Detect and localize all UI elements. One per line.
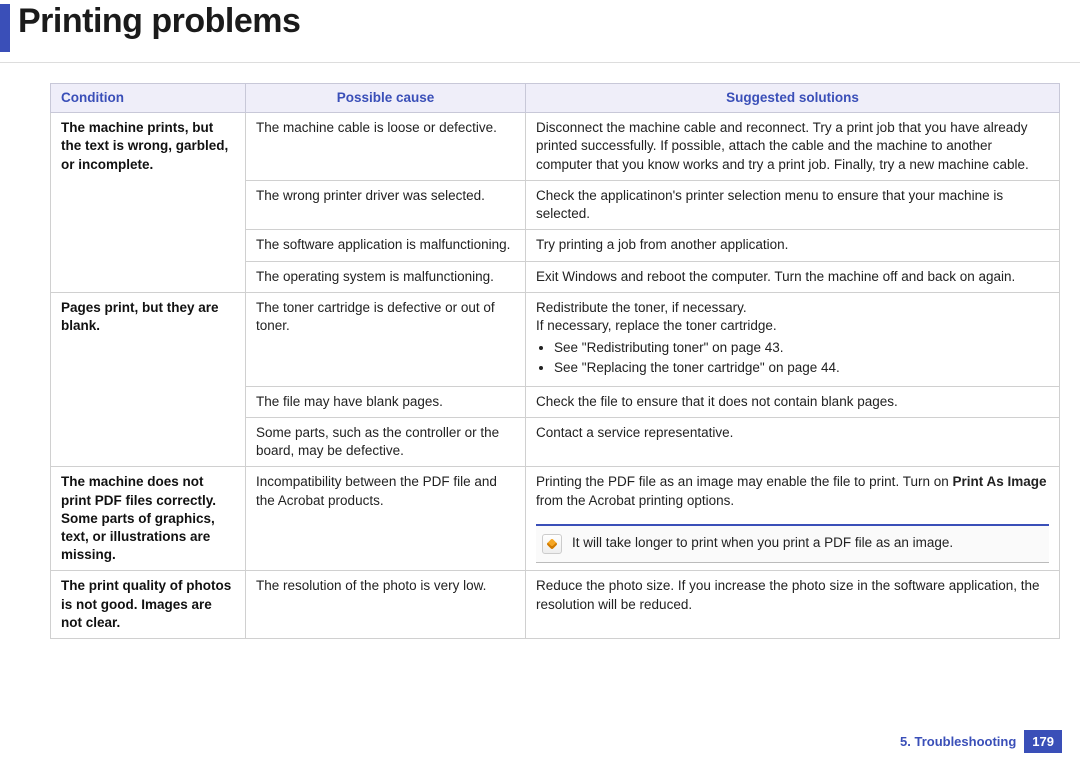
solution-cell: Check the applicatinon's printer selecti… bbox=[526, 180, 1060, 229]
table-row: The machine prints, but the text is wron… bbox=[51, 113, 1060, 181]
footer-page-number: 179 bbox=[1024, 730, 1062, 753]
page-footer: 5. Troubleshooting 179 bbox=[900, 730, 1062, 753]
cause-cell: Some parts, such as the controller or th… bbox=[246, 417, 526, 466]
solution-text-post: from the Acrobat printing options. bbox=[536, 493, 734, 508]
table-header-row: Condition Possible cause Suggested solut… bbox=[51, 84, 1060, 113]
solution-cell: Exit Windows and reboot the computer. Tu… bbox=[526, 261, 1060, 292]
cause-cell: The file may have blank pages. bbox=[246, 386, 526, 417]
table-row: Pages print, but they are blank. The ton… bbox=[51, 292, 1060, 386]
cause-cell: The wrong printer driver was selected. bbox=[246, 180, 526, 229]
cause-cell: The machine cable is loose or defective. bbox=[246, 113, 526, 181]
condition-cell: The machine prints, but the text is wron… bbox=[51, 113, 246, 293]
condition-cell: Pages print, but they are blank. bbox=[51, 292, 246, 467]
solution-list: See "Redistributing toner" on page 43. S… bbox=[536, 339, 1049, 377]
manual-page: Printing problems Condition Possible cau… bbox=[0, 0, 1080, 763]
title-accent bbox=[0, 4, 10, 52]
solution-cell: Printing the PDF file as an image may en… bbox=[526, 467, 1060, 571]
note-icon bbox=[542, 534, 562, 554]
cause-cell: The toner cartridge is defective or out … bbox=[246, 292, 526, 386]
content-area: Condition Possible cause Suggested solut… bbox=[0, 63, 1080, 639]
solution-cell: Check the file to ensure that it does no… bbox=[526, 386, 1060, 417]
cause-cell: The operating system is malfunctioning. bbox=[246, 261, 526, 292]
footer-chapter: 5. Troubleshooting bbox=[900, 734, 1016, 749]
note-text: It will take longer to print when you pr… bbox=[572, 534, 953, 552]
header-solution: Suggested solutions bbox=[526, 84, 1060, 113]
header-cause: Possible cause bbox=[246, 84, 526, 113]
condition-cell: The print quality of photos is not good.… bbox=[51, 571, 246, 639]
header-condition: Condition bbox=[51, 84, 246, 113]
solution-cell: Try printing a job from another applicat… bbox=[526, 230, 1060, 261]
troubleshooting-table: Condition Possible cause Suggested solut… bbox=[50, 83, 1060, 639]
solution-cell: Disconnect the machine cable and reconne… bbox=[526, 113, 1060, 181]
solution-line: Redistribute the toner, if necessary. bbox=[536, 299, 1049, 317]
solution-line: If necessary, replace the toner cartridg… bbox=[536, 317, 1049, 335]
solution-text-bold: Print As Image bbox=[952, 474, 1046, 489]
solution-cell: Reduce the photo size. If you increase t… bbox=[526, 571, 1060, 639]
solution-text-pre: Printing the PDF file as an image may en… bbox=[536, 474, 952, 489]
table-row: The print quality of photos is not good.… bbox=[51, 571, 1060, 639]
condition-cell: The machine does not print PDF files cor… bbox=[51, 467, 246, 571]
page-title: Printing problems bbox=[18, 4, 300, 40]
solution-list-item: See "Replacing the toner cartridge" on p… bbox=[554, 359, 1049, 377]
cause-cell: Incompatibility between the PDF file and… bbox=[246, 467, 526, 571]
solution-cell: Redistribute the toner, if necessary. If… bbox=[526, 292, 1060, 386]
solution-list-item: See "Redistributing toner" on page 43. bbox=[554, 339, 1049, 357]
title-bar: Printing problems bbox=[0, 0, 1080, 52]
cause-cell: The software application is malfunctioni… bbox=[246, 230, 526, 261]
table-row: The machine does not print PDF files cor… bbox=[51, 467, 1060, 571]
cause-cell: The resolution of the photo is very low. bbox=[246, 571, 526, 639]
solution-cell: Contact a service representative. bbox=[526, 417, 1060, 466]
note-box: It will take longer to print when you pr… bbox=[536, 524, 1049, 563]
